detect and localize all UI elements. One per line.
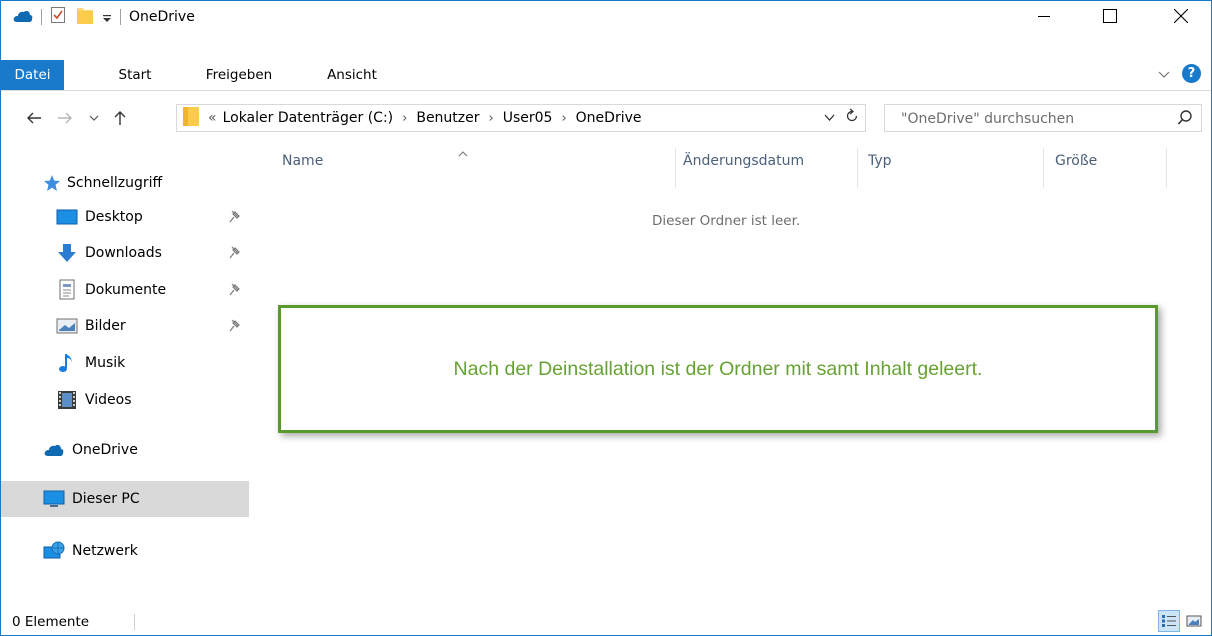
pin-icon[interactable]: [229, 319, 241, 337]
minimize-button[interactable]: [1021, 1, 1067, 31]
nav-item-label: Downloads: [85, 245, 162, 261]
separator: [120, 9, 121, 25]
callout-text: Nach der Deinstallation ist der Ordner m…: [453, 357, 983, 380]
divider: [1, 90, 1211, 91]
ribbon: Datei Start Freigeben Ansicht ?: [1, 60, 1211, 90]
file-list: Name Änderungsdatum Typ Größe Dieser Ord…: [249, 142, 1211, 607]
tab-file[interactable]: Datei: [1, 60, 64, 90]
status-bar: 0 Elemente: [1, 607, 1211, 635]
music-icon: [56, 352, 78, 374]
item-count: 0 Elemente: [12, 614, 90, 630]
chevron-right-icon[interactable]: ›: [489, 111, 494, 126]
nav-item-label: Desktop: [85, 209, 143, 225]
search-box[interactable]: [884, 104, 1202, 133]
downloads-icon: [56, 242, 78, 264]
window-title: OneDrive: [129, 9, 195, 25]
nav-item-label: OneDrive: [72, 442, 138, 458]
address-bar[interactable]: « Lokaler Datenträger (C:) › Benutzer › …: [176, 104, 866, 132]
nav-item-onedrive[interactable]: OneDrive: [1, 432, 249, 468]
column-header-type[interactable]: Typ: [868, 153, 892, 169]
navigation-pane: Schnellzugriff Desktop Downloads Dokumen…: [1, 142, 249, 607]
properties-icon[interactable]: [50, 6, 66, 28]
nav-item-desktop[interactable]: Desktop: [1, 199, 249, 235]
column-header-size[interactable]: Größe: [1055, 153, 1097, 169]
column-header-date[interactable]: Änderungsdatum: [683, 153, 804, 169]
folder-icon: [182, 105, 200, 131]
sort-ascending-icon: [458, 142, 468, 161]
search-input[interactable]: [885, 105, 1183, 133]
pin-icon[interactable]: [229, 246, 241, 264]
large-icons-view-button[interactable]: [1183, 610, 1205, 632]
divider: [134, 614, 135, 630]
ribbon-controls: ?: [1158, 64, 1201, 83]
expand-ribbon-icon[interactable]: [1158, 64, 1170, 83]
nav-item-label: Musik: [85, 355, 126, 371]
pin-icon[interactable]: [229, 210, 241, 228]
recent-locations-button[interactable]: [86, 106, 102, 130]
network-icon: [43, 540, 65, 562]
nav-item-pictures[interactable]: Bilder: [1, 308, 249, 344]
nav-item-label: Dokumente: [85, 282, 167, 298]
tab-start[interactable]: Start: [107, 60, 163, 90]
breadcrumb-drive[interactable]: Lokaler Datenträger (C:): [223, 110, 394, 126]
nav-item-this-pc[interactable]: Dieser PC: [1, 481, 249, 517]
annotation-callout: Nach der Deinstallation ist der Ordner m…: [278, 305, 1158, 433]
tab-view[interactable]: Ansicht: [319, 60, 385, 90]
refresh-icon[interactable]: [845, 108, 859, 128]
nav-item-label: Bilder: [85, 318, 126, 334]
address-controls: [824, 108, 859, 128]
chevron-right-icon[interactable]: ›: [561, 111, 566, 126]
nav-item-network[interactable]: Netzwerk: [1, 533, 249, 569]
tab-share[interactable]: Freigeben: [194, 60, 284, 90]
customize-toolbar-icon[interactable]: [102, 8, 112, 27]
documents-icon: [56, 279, 78, 301]
pin-icon[interactable]: [229, 283, 241, 301]
onedrive-cloud-icon: [43, 439, 65, 461]
nav-item-label: Videos: [85, 392, 132, 408]
navigation-bar: « Lokaler Datenträger (C:) › Benutzer › …: [1, 102, 1211, 134]
title-bar: OneDrive: [1, 1, 1211, 31]
help-icon[interactable]: ?: [1182, 64, 1201, 83]
explorer-window: OneDrive Datei Start Freigeben Ansicht ?: [0, 0, 1212, 636]
nav-item-label: Dieser PC: [72, 491, 140, 507]
breadcrumb-users[interactable]: Benutzer: [416, 110, 479, 126]
address-history-icon[interactable]: [824, 110, 835, 126]
nav-item-label: Schnellzugriff: [67, 175, 163, 191]
column-divider[interactable]: [857, 148, 858, 188]
computer-icon: [43, 488, 65, 510]
videos-icon: [56, 389, 78, 411]
star-icon: [43, 172, 61, 194]
column-header-name[interactable]: Name: [282, 153, 323, 169]
back-button[interactable]: [23, 106, 45, 130]
nav-item-music[interactable]: Musik: [1, 345, 249, 381]
column-divider[interactable]: [1166, 148, 1167, 188]
separator: [41, 9, 42, 25]
breadcrumb-overflow[interactable]: «: [208, 110, 217, 126]
search-icon[interactable]: [1177, 109, 1193, 131]
nav-item-documents[interactable]: Dokumente: [1, 272, 249, 308]
nav-item-label: Netzwerk: [72, 543, 138, 559]
close-button[interactable]: [1158, 1, 1204, 31]
nav-item-quick-access[interactable]: Schnellzugriff: [1, 165, 249, 201]
details-view-button[interactable]: [1158, 610, 1180, 632]
up-button[interactable]: [109, 106, 131, 130]
nav-item-downloads[interactable]: Downloads: [1, 235, 249, 271]
new-folder-icon[interactable]: [76, 5, 94, 29]
quick-access-toolbar: OneDrive: [13, 6, 195, 28]
pictures-icon: [56, 315, 78, 337]
empty-folder-message: Dieser Ordner ist leer.: [652, 213, 801, 229]
onedrive-cloud-icon[interactable]: [13, 8, 33, 27]
column-divider[interactable]: [1043, 148, 1044, 188]
chevron-right-icon[interactable]: ›: [402, 111, 407, 126]
maximize-button[interactable]: [1087, 1, 1133, 31]
column-divider[interactable]: [675, 148, 676, 188]
breadcrumb-user[interactable]: User05: [503, 110, 553, 126]
desktop-icon: [56, 206, 78, 228]
breadcrumb-onedrive[interactable]: OneDrive: [576, 110, 642, 126]
forward-button[interactable]: [54, 106, 76, 130]
nav-item-videos[interactable]: Videos: [1, 382, 249, 418]
